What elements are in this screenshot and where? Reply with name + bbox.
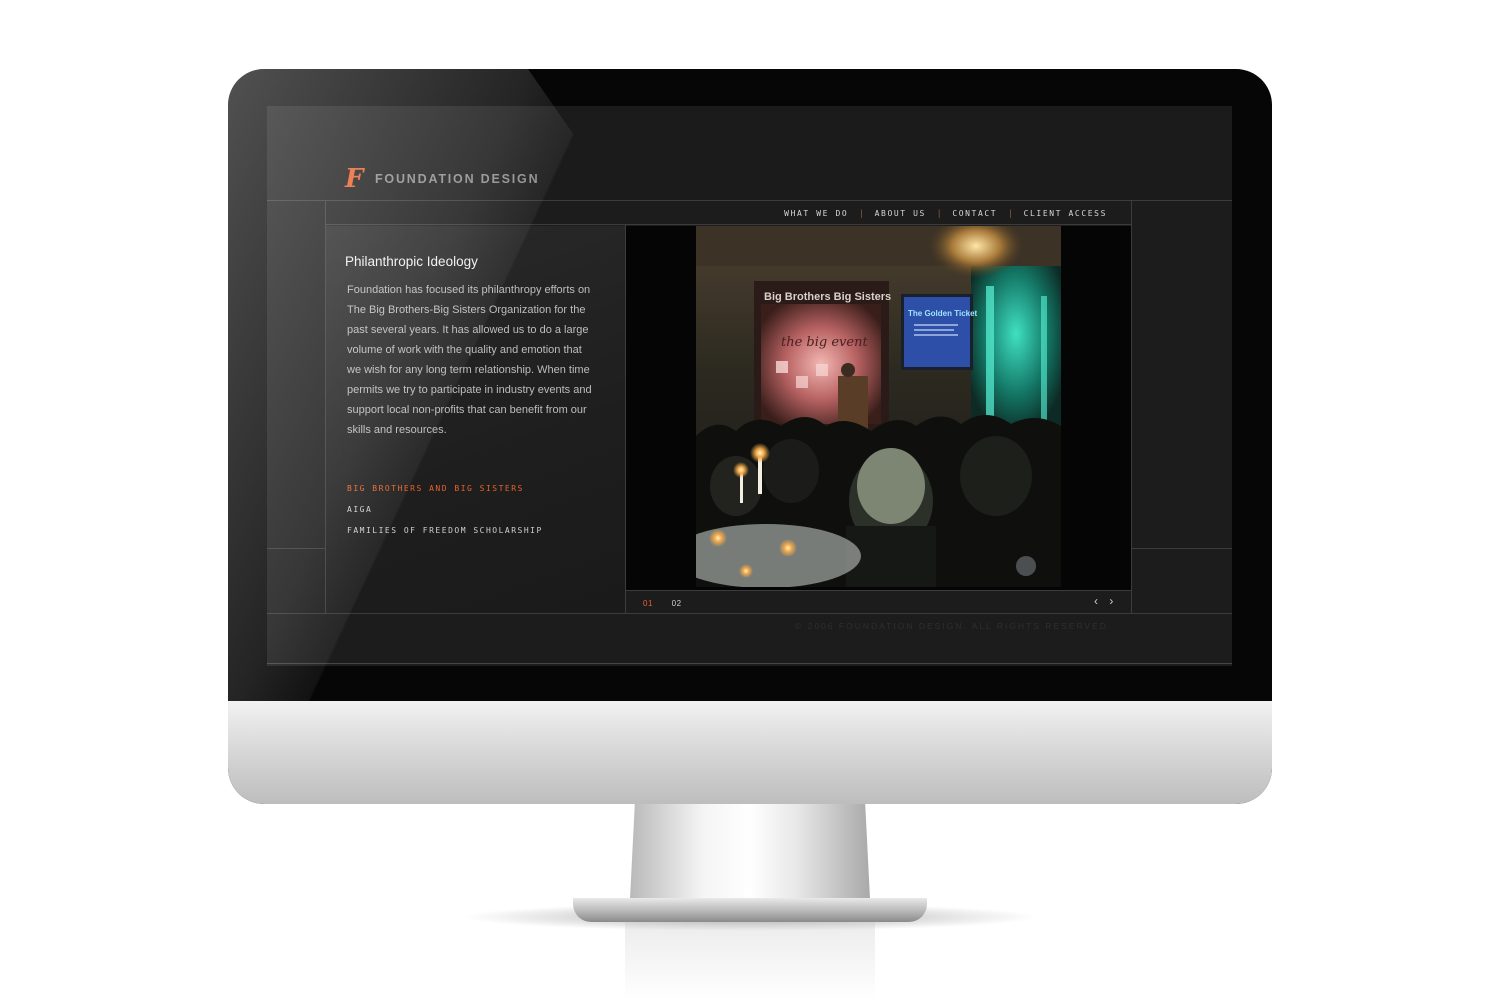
logo-text: FOUNDATION DESIGN xyxy=(375,172,540,186)
monitor-frame: F FOUNDATION DESIGN WHAT WE DO | ABOUT U… xyxy=(228,69,1272,804)
logo[interactable]: F FOUNDATION DESIGN xyxy=(345,166,539,192)
slide-pager: 01 02 xyxy=(643,599,698,608)
stage-banner-text: Big Brothers Big Sisters xyxy=(764,291,891,303)
philanthropy-links: BIG BROTHERS AND BIG SISTERS AIGA FAMILI… xyxy=(347,484,543,547)
divider-pager xyxy=(626,590,1132,591)
monitor-stand-base xyxy=(573,898,927,922)
link-families-of-freedom[interactable]: FAMILIES OF FREEDOM SCHOLARSHIP xyxy=(347,526,543,535)
logo-mark-icon: F xyxy=(345,164,364,194)
divider-left-mid xyxy=(267,548,325,549)
divider-nav xyxy=(326,224,1132,225)
event-photo-image: Big Brothers Big Sisters the big event T… xyxy=(696,226,1061,587)
link-aiga[interactable]: AIGA xyxy=(347,505,543,514)
copyright-text: © 2006 FOUNDATION DESIGN. ALL RIGHTS RES… xyxy=(795,621,1113,631)
main-nav: WHAT WE DO | ABOUT US | CONTACT | CLIENT… xyxy=(784,208,1107,218)
page-heading: Philanthropic Ideology xyxy=(345,254,478,269)
stand-reflection xyxy=(625,922,875,1000)
body-text: Foundation has focused its philanthropy … xyxy=(347,284,592,436)
pager-item-02[interactable]: 02 xyxy=(672,599,682,608)
stage-event-text: the big event xyxy=(781,335,868,350)
nav-separator: | xyxy=(860,208,863,218)
divider-bottom xyxy=(267,613,1232,614)
pager-item-01[interactable]: 01 xyxy=(643,599,653,608)
monitor-chin xyxy=(228,701,1272,804)
chevron-left-icon[interactable]: ‹ xyxy=(1094,594,1098,608)
nav-separator: | xyxy=(1009,208,1012,218)
monitor-stand xyxy=(630,804,870,899)
chevron-right-icon[interactable]: › xyxy=(1109,594,1113,608)
event-photo: Big Brothers Big Sisters the big event T… xyxy=(696,226,1061,587)
nav-client-access[interactable]: CLIENT ACCESS xyxy=(1024,209,1107,218)
divider-vertical-right xyxy=(1131,200,1132,613)
link-big-brothers-big-sisters[interactable]: BIG BROTHERS AND BIG SISTERS xyxy=(347,484,543,493)
divider-footer xyxy=(267,663,1232,664)
divider-top xyxy=(267,200,1232,201)
nav-about-us[interactable]: ABOUT US xyxy=(875,209,926,218)
slide-arrows: ‹ › xyxy=(1086,594,1113,608)
nav-separator: | xyxy=(937,208,941,218)
nav-contact[interactable]: CONTACT xyxy=(952,209,997,218)
divider-right-mid xyxy=(1132,548,1232,549)
website-screen: F FOUNDATION DESIGN WHAT WE DO | ABOUT U… xyxy=(267,106,1232,666)
nav-what-we-do[interactable]: WHAT WE DO xyxy=(784,209,848,218)
screen-title-text: The Golden Ticket xyxy=(908,309,978,318)
